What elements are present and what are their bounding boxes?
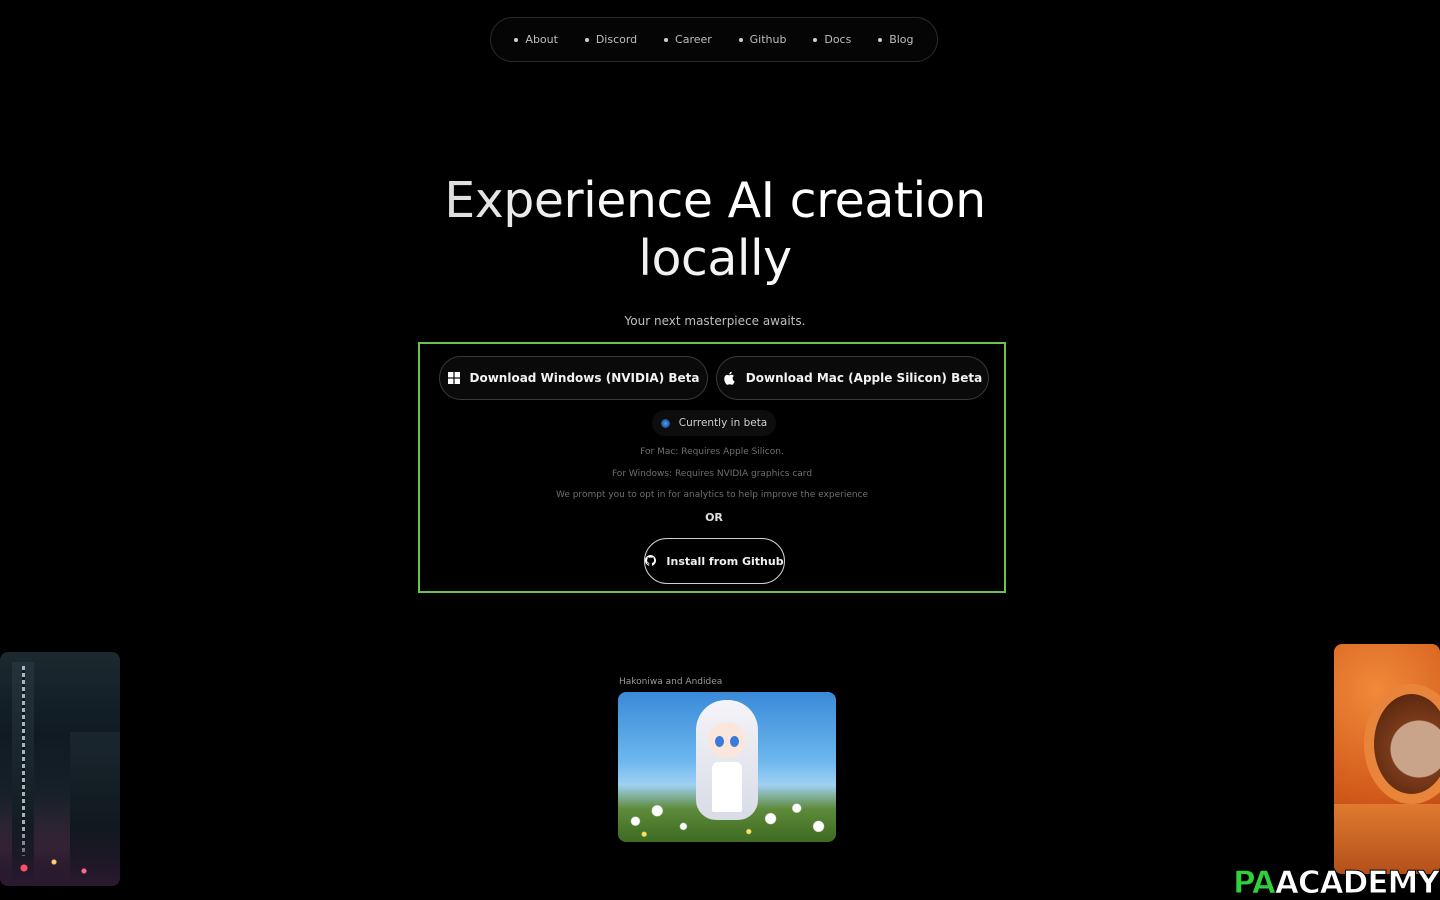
image-detail [708, 722, 746, 758]
watermark-logo: PAACADEMY [1233, 865, 1440, 900]
watermark-part2: ACADEMY [1274, 865, 1440, 900]
bullet-icon [514, 37, 519, 42]
bullet-icon [738, 37, 743, 42]
nav-item-label: Discord [595, 33, 638, 46]
nav-item-label: Docs [824, 33, 852, 46]
watermark-part1: PA [1233, 865, 1277, 900]
bullet-icon [664, 37, 669, 42]
image-detail [715, 736, 724, 747]
download-mac-button[interactable]: Download Mac (Apple Silicon) Beta [716, 356, 989, 400]
gallery-image-astronaut[interactable] [1334, 644, 1440, 874]
nav-item-label: About [525, 33, 558, 46]
image-detail [1334, 804, 1440, 874]
windows-requirement-text: For Windows: Requires NVIDIA graphics ca… [611, 469, 813, 479]
windows-icon [447, 372, 460, 384]
image-detail [0, 826, 120, 886]
download-windows-button[interactable]: Download Windows (NVIDIA) Beta [439, 356, 708, 400]
nav-item-discord[interactable]: Discord [584, 33, 638, 46]
nav-item-career[interactable]: Career [664, 33, 712, 46]
bullet-icon [813, 37, 818, 42]
download-mac-label: Download Mac (Apple Silicon) Beta [745, 371, 983, 385]
install-from-github-label: Install from Github [666, 554, 784, 568]
nav-item-label: Github [749, 33, 787, 46]
download-windows-label: Download Windows (NVIDIA) Beta [469, 371, 700, 385]
image-detail [730, 736, 739, 747]
nav-item-github[interactable]: Github [738, 33, 787, 46]
hero-title: Experience AI creation locally [0, 172, 1430, 288]
beta-badge-label: Currently in beta [678, 417, 768, 429]
apple-icon [723, 371, 736, 385]
install-from-github-button[interactable]: Install from Github [644, 538, 785, 584]
image-detail [618, 790, 836, 842]
analytics-note-text: We prompt you to opt in for analytics to… [555, 490, 869, 500]
bullet-icon [584, 37, 589, 42]
nav-item-label: Blog [889, 33, 914, 46]
image-detail [1364, 684, 1440, 804]
mac-requirement-text: For Mac: Requires Apple Silicon. [640, 447, 784, 457]
gallery-image-chibi-girl[interactable] [618, 692, 836, 842]
gallery-caption: Hakoniwa and Andidea [619, 677, 723, 687]
gallery-image-city-night[interactable] [0, 652, 120, 886]
page: About Discord Career Github Docs Blog Ex… [0, 0, 1440, 900]
beta-badge: Currently in beta [652, 410, 776, 436]
hero-title-line1: Experience AI creation [0, 172, 1430, 230]
nav-item-blog[interactable]: Blog [878, 33, 914, 46]
top-nav: About Discord Career Github Docs Blog [490, 17, 938, 62]
nav-item-docs[interactable]: Docs [813, 33, 851, 46]
hero-title-line2: locally [0, 230, 1430, 288]
bullet-icon [878, 37, 883, 42]
nav-item-about[interactable]: About [514, 33, 558, 46]
github-icon [645, 555, 657, 567]
or-separator: OR [705, 511, 723, 524]
status-dot-icon [660, 418, 670, 428]
hero-subtitle: Your next masterpiece awaits. [624, 314, 806, 328]
nav-item-label: Career [675, 33, 712, 46]
